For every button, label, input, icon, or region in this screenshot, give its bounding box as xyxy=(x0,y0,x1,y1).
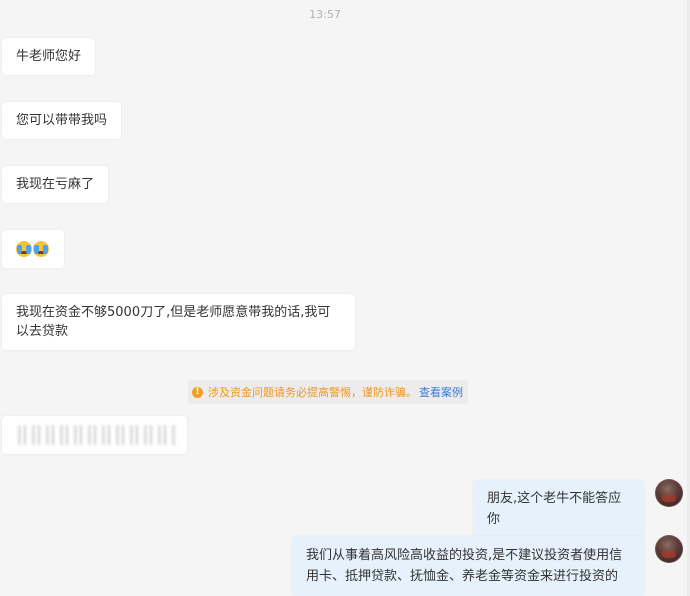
user-avatar[interactable] xyxy=(655,535,683,563)
crying-face-emoji-icon xyxy=(16,240,32,257)
redacted-message[interactable] xyxy=(2,416,187,454)
incoming-message[interactable]: 我现在亏麻了 xyxy=(2,166,109,203)
incoming-message[interactable]: 您可以带带我吗 xyxy=(2,102,122,139)
incoming-message[interactable]: 我现在资金不够5000刀了,但是老师愿意带我的话,我可以去贷款 xyxy=(2,294,355,350)
view-cases-link[interactable]: 查看案例 xyxy=(419,384,463,400)
message-text: 您可以带带我吗 xyxy=(16,113,108,128)
message-text: 牛老师您好 xyxy=(16,49,82,64)
outgoing-message[interactable]: 我们从事着高风险高收益的投资,是不建议投资者使用信用卡、抵押贷款、抚恤金、养老金… xyxy=(292,536,644,596)
message-text: 我现在亏麻了 xyxy=(16,177,95,192)
fraud-warning-notice: ! 涉及资金问题请务必提高警惕，谨防诈骗。 查看案例 xyxy=(188,380,468,404)
chat-window: 13:57 牛老师您好 您可以带带我吗 我现在亏麻了 我现在资金不够5000刀了… xyxy=(0,0,690,596)
crying-face-emoji-icon xyxy=(33,240,49,257)
message-text: 朋友,这个老牛不能答应你 xyxy=(487,491,622,527)
message-text: 我现在资金不够5000刀了,但是老师愿意带我的话,我可以去贷款 xyxy=(16,305,331,339)
redacted-content xyxy=(18,425,176,445)
warning-icon: ! xyxy=(192,386,203,398)
incoming-emoji-message[interactable] xyxy=(2,230,64,268)
message-timestamp: 13:57 xyxy=(309,8,341,21)
incoming-message[interactable]: 牛老师您好 xyxy=(2,38,96,75)
user-avatar[interactable] xyxy=(655,479,683,507)
notice-text: 涉及资金问题请务必提高警惕，谨防诈骗。 xyxy=(208,386,417,399)
message-text: 我们从事着高风险高收益的投资,是不建议投资者使用信用卡、抵押贷款、抚恤金、养老金… xyxy=(306,548,623,584)
outgoing-message[interactable]: 朋友,这个老牛不能答应你 xyxy=(473,480,644,538)
